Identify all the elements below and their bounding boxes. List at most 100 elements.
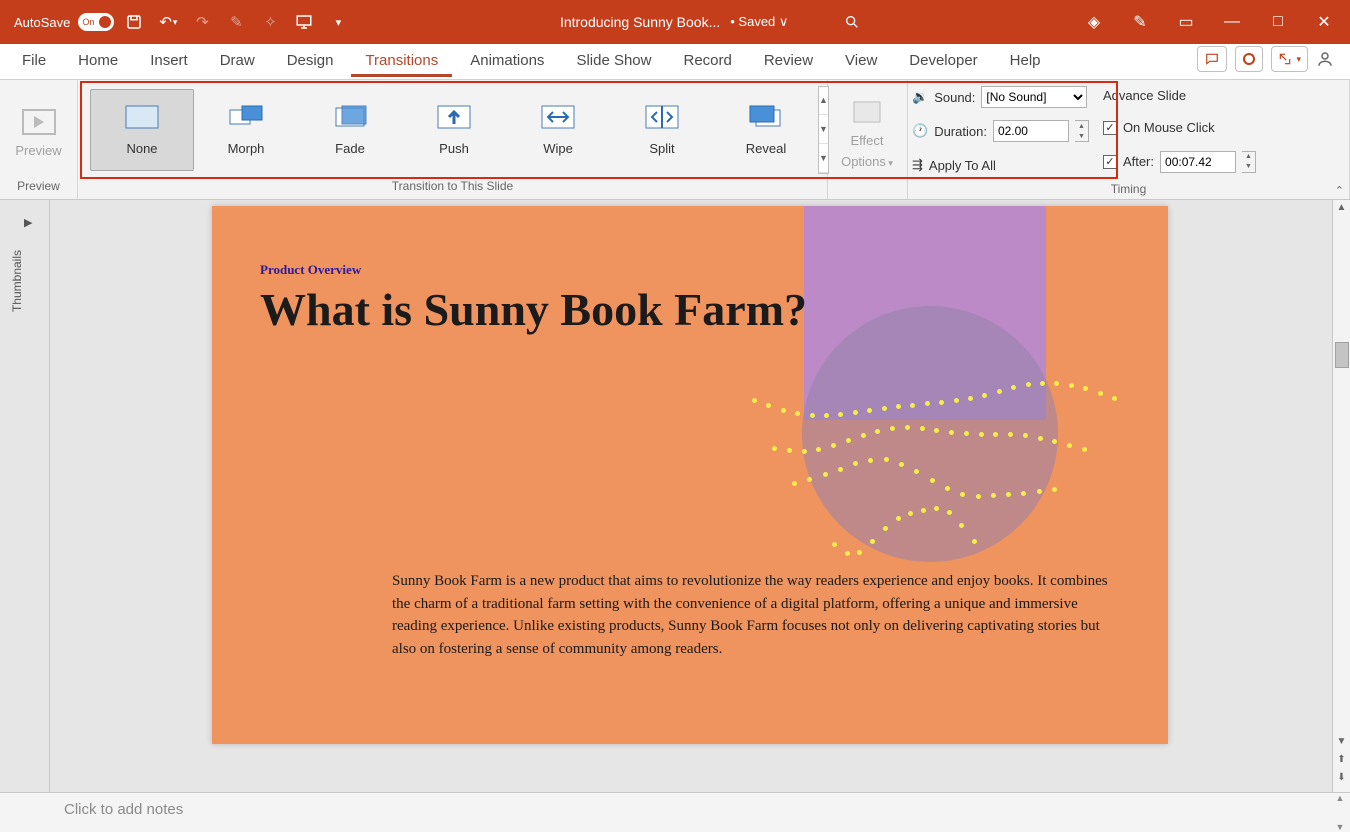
after-checkbox[interactable]: ✓ — [1103, 155, 1117, 169]
on-mouse-label: On Mouse Click — [1123, 120, 1215, 135]
next-slide-icon[interactable]: ⬇ — [1337, 772, 1345, 788]
scroll-up-icon[interactable]: ▲ — [1337, 202, 1347, 218]
save-icon[interactable] — [120, 8, 148, 36]
editor-body: ▶ Thumbnails Product Overview What is Su… — [0, 200, 1350, 792]
transition-morph[interactable]: Morph — [194, 89, 298, 171]
group-timing: 🔉 Sound: [No Sound] 🕐 Duration: ▲▼ ⇶ App… — [908, 80, 1350, 199]
apply-all-icon: ⇶ — [912, 157, 923, 173]
present-icon[interactable] — [290, 8, 318, 36]
preview-icon — [21, 107, 57, 137]
push-icon — [436, 103, 472, 131]
prev-slide-icon[interactable]: ⬆ — [1337, 754, 1345, 770]
sound-select[interactable]: [No Sound] — [981, 86, 1087, 108]
gallery-scroll[interactable]: ▲ ▼ ▼ — [818, 86, 829, 174]
morph-icon — [228, 103, 264, 131]
thumbnails-expand-icon[interactable]: ▶ — [24, 216, 32, 229]
sound-icon: 🔉 — [912, 89, 928, 105]
account-icon[interactable] — [1316, 50, 1340, 68]
slide-area[interactable]: Product Overview What is Sunny Book Farm… — [50, 200, 1332, 792]
slide-overline[interactable]: Product Overview — [260, 262, 361, 278]
preview-button[interactable]: Preview — [4, 101, 73, 158]
tab-animations[interactable]: Animations — [456, 46, 558, 77]
close-button[interactable]: ✕ — [1304, 8, 1344, 36]
tab-file[interactable]: File — [8, 46, 60, 77]
gallery-up-icon[interactable]: ▲ — [819, 87, 828, 116]
titlebar-center: Introducing Sunny Book... • Saved ∨ — [352, 8, 1074, 36]
redo-icon[interactable]: ↷ — [188, 8, 216, 36]
tab-help[interactable]: Help — [996, 46, 1055, 77]
scroll-thumb[interactable] — [1335, 342, 1349, 368]
fade-icon — [332, 103, 368, 131]
slide-title[interactable]: What is Sunny Book Farm? — [260, 284, 807, 337]
comments-button[interactable] — [1197, 46, 1227, 72]
notes-placeholder: Click to add notes — [64, 801, 183, 818]
ribbon: Preview Preview None Morph Fade — [0, 80, 1350, 200]
advance-slide-title: Advance Slide — [1103, 88, 1256, 103]
notes-scrollbar[interactable]: ▲▼ — [1332, 793, 1348, 832]
tab-draw[interactable]: Draw — [206, 46, 269, 77]
transition-gallery: None Morph Fade Push Wipe — [82, 89, 818, 171]
coming-soon-icon[interactable]: ◈ — [1074, 8, 1114, 36]
tab-record[interactable]: Record — [669, 46, 745, 77]
group-preview-label: Preview — [0, 179, 77, 199]
tab-view[interactable]: View — [831, 46, 891, 77]
minimize-button[interactable]: — — [1212, 8, 1252, 36]
slide-body[interactable]: Sunny Book Farm is a new product that ai… — [392, 570, 1108, 660]
tab-transitions[interactable]: Transitions — [351, 46, 452, 77]
qat-customize-icon[interactable]: ▾ — [324, 8, 352, 36]
tab-slideshow[interactable]: Slide Show — [562, 46, 665, 77]
tab-insert[interactable]: Insert — [136, 46, 202, 77]
thumbnails-panel[interactable]: ▶ Thumbnails — [0, 200, 50, 792]
slide-canvas[interactable]: Product Overview What is Sunny Book Farm… — [212, 206, 1168, 744]
gallery-more-icon[interactable]: ▼ — [819, 144, 828, 173]
group-transition-label: Transition to This Slide — [78, 179, 827, 199]
duration-spinner[interactable]: ▲▼ — [1075, 120, 1089, 142]
tab-design[interactable]: Design — [273, 46, 348, 77]
vertical-scrollbar[interactable]: ▲ ▼ ⬆ ⬇ — [1332, 200, 1350, 792]
scroll-down-icon[interactable]: ▼ — [1337, 736, 1347, 752]
timing-left-col: 🔉 Sound: [No Sound] 🕐 Duration: ▲▼ ⇶ App… — [912, 84, 1089, 178]
gallery-down-icon[interactable]: ▼ — [819, 115, 828, 144]
transition-reveal[interactable]: Reveal — [714, 89, 818, 171]
effect-options-icon — [849, 97, 885, 127]
effect-options-button[interactable]: Effect Options ▾ — [832, 91, 902, 169]
duration-label: Duration: — [934, 124, 987, 139]
transition-wipe[interactable]: Wipe — [506, 89, 610, 171]
tab-strip: File Home Insert Draw Design Transitions… — [0, 44, 1350, 80]
autosave-toggle[interactable]: On — [78, 13, 114, 31]
none-icon — [124, 103, 160, 131]
tab-developer[interactable]: Developer — [895, 46, 991, 77]
thumbnails-label: Thumbnails — [10, 250, 24, 312]
sound-label: Sound: — [934, 90, 975, 105]
split-icon — [644, 103, 680, 131]
transition-split[interactable]: Split — [610, 89, 714, 171]
notes-pane[interactable]: Click to add notes ▲▼ — [0, 792, 1350, 832]
undo-icon[interactable]: ↶▾ — [154, 8, 182, 36]
pen-icon[interactable]: ✎ — [1120, 8, 1160, 36]
tabstrip-right: ▾ — [1197, 46, 1350, 72]
transition-push[interactable]: Push — [402, 89, 506, 171]
apply-to-all-button[interactable]: ⇶ Apply To All — [912, 152, 1089, 178]
tab-home[interactable]: Home — [64, 46, 132, 77]
qat-tool-1-icon[interactable]: ✎ — [222, 8, 250, 36]
transition-fade[interactable]: Fade — [298, 89, 402, 171]
maximize-button[interactable]: □ — [1258, 8, 1298, 36]
qat-tool-2-icon[interactable]: ✧ — [256, 8, 284, 36]
transition-none[interactable]: None — [90, 89, 194, 171]
on-mouse-checkbox[interactable]: ✓ — [1103, 121, 1117, 135]
group-preview: Preview Preview — [0, 80, 78, 199]
after-spinner[interactable]: ▲▼ — [1242, 151, 1256, 173]
share-button[interactable]: ▾ — [1271, 46, 1308, 72]
collapse-ribbon-icon[interactable]: ⌃ — [1335, 184, 1344, 197]
search-icon[interactable] — [838, 8, 866, 36]
titlebar-right: ◈ ✎ ▭ — □ ✕ — [1074, 8, 1344, 36]
title-bar: AutoSave On ↶▾ ↷ ✎ ✧ ▾ Introducing Sunny… — [0, 0, 1350, 44]
group-transition: None Morph Fade Push Wipe — [78, 80, 828, 199]
tab-review[interactable]: Review — [750, 46, 827, 77]
after-input[interactable] — [1160, 151, 1236, 173]
document-title[interactable]: Introducing Sunny Book... — [560, 14, 720, 30]
duration-input[interactable] — [993, 120, 1069, 142]
record-button[interactable] — [1235, 46, 1263, 72]
ribbon-mode-icon[interactable]: ▭ — [1166, 8, 1206, 36]
save-status[interactable]: • Saved ∨ — [730, 14, 788, 30]
